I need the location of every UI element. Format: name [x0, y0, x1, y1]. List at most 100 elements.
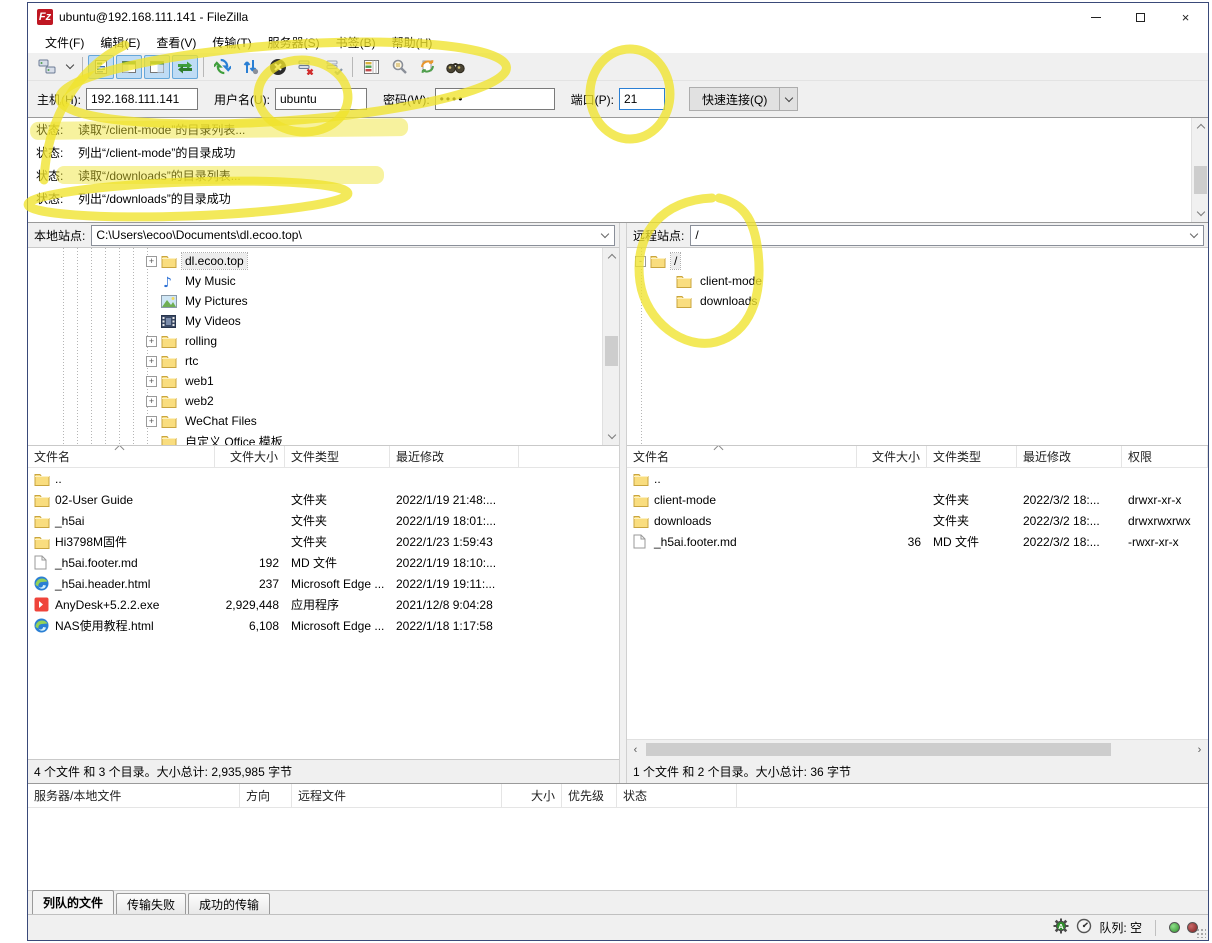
column-header-2[interactable]: 文件大小: [215, 446, 285, 467]
reconnect-icon[interactable]: [321, 55, 347, 79]
find-files-icon[interactable]: [442, 55, 468, 79]
queue-column-3[interactable]: 远程文件: [292, 784, 502, 807]
username-input[interactable]: [275, 88, 367, 110]
disconnect-icon[interactable]: [293, 55, 319, 79]
local-tree-scrollbar[interactable]: [602, 248, 619, 445]
tree-item-rolling[interactable]: +rolling: [146, 331, 220, 351]
file-row-4[interactable]: Hi3798M固件文件夹2022/1/23 1:59:43: [28, 531, 619, 552]
tree-item-downloads[interactable]: downloads: [661, 291, 760, 311]
process-queue-icon[interactable]: [237, 55, 263, 79]
tree-item-client-mode[interactable]: client-mode: [661, 271, 765, 291]
tree-item-MyMusic[interactable]: ♪My Music: [146, 271, 239, 291]
file-row-8[interactable]: NAS使用教程.html6,108Microsoft Edge ...2022/…: [28, 615, 619, 636]
menu-item-4[interactable]: 传输(T): [204, 32, 259, 53]
expand-icon[interactable]: +: [146, 356, 157, 367]
refresh-icon[interactable]: [209, 55, 235, 79]
local-site-bar: 本地站点: C:\Users\ecoo\Documents\dl.ecoo.to…: [28, 223, 619, 248]
file-row-5[interactable]: _h5ai.footer.md192MD 文件2022/1/19 18:10:.…: [28, 552, 619, 573]
maximize-button[interactable]: [1118, 3, 1163, 31]
pane-splitter[interactable]: [619, 223, 627, 783]
tab-1[interactable]: 列队的文件: [32, 890, 114, 914]
toggle-remote-tree-icon[interactable]: [144, 55, 170, 79]
scroll-down-icon[interactable]: [1192, 205, 1208, 222]
queue-column-6[interactable]: 状态: [617, 784, 737, 807]
menu-item-2[interactable]: 编辑(E): [92, 32, 148, 53]
column-header-4[interactable]: 最近修改: [1017, 446, 1122, 467]
menu-item-1[interactable]: 文件(F): [37, 32, 92, 53]
column-header-2[interactable]: 文件大小: [857, 446, 927, 467]
quickconnect-dropdown-icon[interactable]: [780, 87, 798, 111]
file-row-2[interactable]: 02-User Guide文件夹2022/1/19 21:48:...: [28, 489, 619, 510]
host-input[interactable]: [86, 88, 198, 110]
menu-item-6[interactable]: 书签(B): [328, 32, 384, 53]
column-header-3[interactable]: 文件类型: [285, 446, 390, 467]
local-site-combobox[interactable]: C:\Users\ecoo\Documents\dl.ecoo.top\: [91, 225, 615, 246]
resize-grip[interactable]: [1196, 928, 1206, 938]
file-row-7[interactable]: AnyDesk+5.2.2.exe2,929,448应用程序2021/12/8 …: [28, 594, 619, 615]
tree-item-web2[interactable]: +web2: [146, 391, 217, 411]
tree-item-MyPictures[interactable]: My Pictures: [146, 291, 251, 311]
column-header-3[interactable]: 文件类型: [927, 446, 1017, 467]
transfer-settings-gear-icon[interactable]: A: [1053, 918, 1069, 937]
directory-filter-icon[interactable]: [358, 55, 384, 79]
scrollbar-thumb[interactable]: [1194, 166, 1207, 194]
directory-compare-icon[interactable]: [386, 55, 412, 79]
menu-item-7[interactable]: 帮助(H): [384, 32, 441, 53]
expand-icon[interactable]: +: [146, 396, 157, 407]
file-row-4[interactable]: _h5ai.footer.md36MD 文件2022/3/2 18:...-rw…: [627, 531, 1208, 552]
expand-icon[interactable]: +: [146, 256, 157, 267]
remote-horizontal-scrollbar[interactable]: ‹ ›: [627, 739, 1208, 759]
password-input[interactable]: [435, 88, 555, 110]
tree-item-MyVideos[interactable]: My Videos: [146, 311, 244, 331]
file-row-3[interactable]: _h5ai文件夹2022/1/19 18:01:...: [28, 510, 619, 531]
queue-column-1[interactable]: 服务器/本地文件: [28, 784, 240, 807]
remote-site-combobox[interactable]: /: [690, 225, 1204, 246]
expand-icon[interactable]: +: [146, 376, 157, 387]
scrollbar-thumb[interactable]: [605, 336, 618, 366]
queue-column-5[interactable]: 优先级: [562, 784, 617, 807]
tree-item-WeChatFiles[interactable]: +WeChat Files: [146, 411, 260, 431]
close-button[interactable]: ×: [1163, 3, 1208, 31]
file-row-1[interactable]: ..: [28, 468, 619, 489]
tree-item-dlecootop[interactable]: +dl.ecoo.top: [146, 251, 247, 271]
file-row-2[interactable]: client-mode文件夹2022/3/2 18:...drwxr-xr-x: [627, 489, 1208, 510]
scroll-up-icon[interactable]: [603, 248, 619, 265]
scroll-right-icon[interactable]: ›: [1191, 740, 1208, 759]
queue-column-4[interactable]: 大小: [502, 784, 562, 807]
minimize-button[interactable]: [1073, 3, 1118, 31]
file-row-6[interactable]: _h5ai.header.html237Microsoft Edge ...20…: [28, 573, 619, 594]
toggle-local-tree-icon[interactable]: [116, 55, 142, 79]
cancel-operation-icon[interactable]: [265, 55, 291, 79]
toggle-log-view-icon[interactable]: [88, 55, 114, 79]
file-row-1[interactable]: ..: [627, 468, 1208, 489]
scrollbar-thumb[interactable]: [646, 743, 1111, 756]
scroll-left-icon[interactable]: ‹: [627, 740, 644, 759]
tab-3[interactable]: 成功的传输: [188, 893, 270, 914]
column-header-1[interactable]: 文件名: [627, 446, 857, 467]
column-header-5[interactable]: 权限: [1122, 446, 1208, 467]
file-modified-cell: [390, 468, 519, 489]
tree-item-Office[interactable]: 自定义 Office 模板: [146, 431, 286, 446]
synchronized-browsing-icon[interactable]: [414, 55, 440, 79]
menu-item-5[interactable]: 服务器(S): [260, 32, 328, 53]
speed-limits-icon[interactable]: [1076, 918, 1092, 937]
tree-item-web1[interactable]: +web1: [146, 371, 217, 391]
tree-item-rtc[interactable]: +rtc: [146, 351, 201, 371]
collapse-icon[interactable]: -: [635, 256, 646, 267]
site-manager-dropdown-icon[interactable]: [62, 55, 77, 79]
scroll-up-icon[interactable]: [1192, 118, 1208, 135]
queue-column-2[interactable]: 方向: [240, 784, 292, 807]
toggle-transfer-queue-icon[interactable]: [172, 55, 198, 79]
scroll-down-icon[interactable]: [603, 428, 619, 445]
log-scrollbar[interactable]: [1191, 118, 1208, 222]
column-header-4[interactable]: 最近修改: [390, 446, 519, 467]
expand-icon[interactable]: +: [146, 336, 157, 347]
expand-icon[interactable]: +: [146, 416, 157, 427]
file-row-3[interactable]: downloads文件夹2022/3/2 18:...drwxrwxrwx: [627, 510, 1208, 531]
tab-2[interactable]: 传输失败: [116, 893, 186, 914]
tree-item-[interactable]: -/: [635, 251, 680, 271]
quickconnect-button[interactable]: 快速连接(Q): [689, 87, 780, 111]
site-manager-icon[interactable]: [34, 55, 60, 79]
menu-item-3[interactable]: 查看(V): [148, 32, 204, 53]
port-input[interactable]: [619, 88, 665, 110]
